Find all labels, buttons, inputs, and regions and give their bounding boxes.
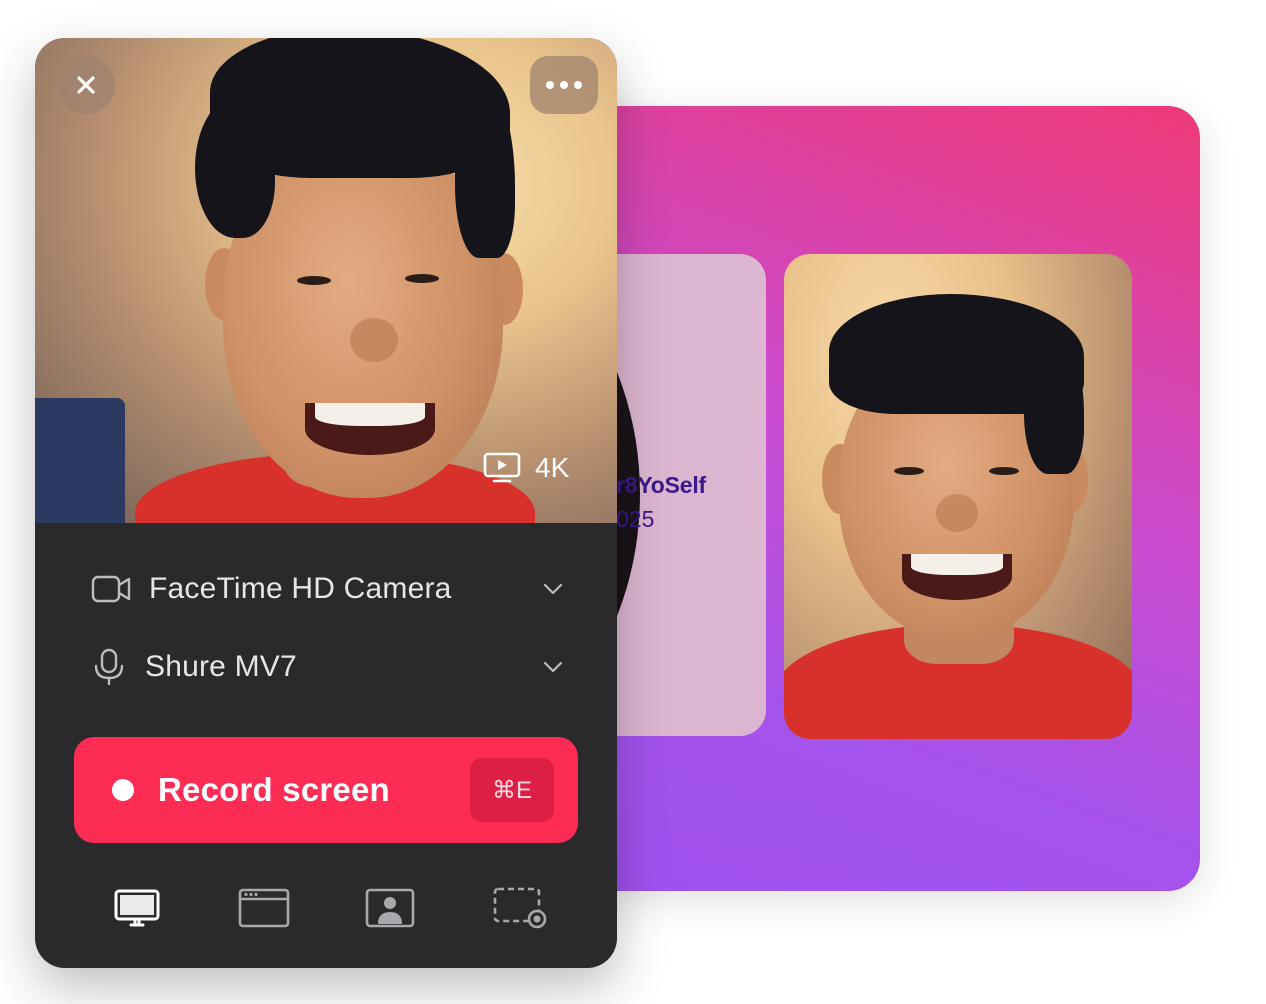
monitor-icon xyxy=(114,889,160,927)
more-options-button[interactable] xyxy=(530,56,598,114)
recording-canvas-preview: r8YoSelf 025 xyxy=(560,106,1200,891)
resolution-badge: 4K xyxy=(483,452,569,484)
record-screen-button[interactable]: Record screen ⌘E xyxy=(74,737,578,843)
close-button[interactable] xyxy=(57,56,115,114)
close-icon xyxy=(77,76,95,94)
mode-window[interactable] xyxy=(234,878,294,938)
microphone-label: Shure MV7 xyxy=(145,650,297,683)
camera-preview: 4K xyxy=(35,38,617,523)
slide-subtitle: 025 xyxy=(616,506,655,532)
chevron-down-icon xyxy=(543,661,563,673)
camera-bubble-preview xyxy=(784,254,1132,739)
video-quality-icon xyxy=(483,452,521,483)
mode-full-screen[interactable] xyxy=(107,878,167,938)
portrait-icon xyxy=(365,888,415,928)
record-dot-icon xyxy=(112,779,134,801)
more-icon xyxy=(546,81,582,89)
microphone-icon xyxy=(94,648,124,686)
presenter-video xyxy=(784,254,1132,739)
capture-mode-bar xyxy=(35,878,617,938)
mode-camera-only[interactable] xyxy=(360,878,420,938)
resolution-label: 4K xyxy=(535,452,570,483)
chevron-down-icon xyxy=(543,583,563,595)
slide-title: r8YoSelf xyxy=(616,472,707,498)
region-icon xyxy=(493,887,547,929)
camera-selector[interactable]: FaceTime HD Camera xyxy=(91,572,565,606)
microphone-selector[interactable]: Shure MV7 xyxy=(91,648,565,686)
recorder-panel: 4K FaceTime HD Camera Shure MV7 Record s… xyxy=(35,38,617,968)
camera-label: FaceTime HD Camera xyxy=(149,572,452,605)
mode-custom-area[interactable] xyxy=(490,878,550,938)
keyboard-shortcut-badge: ⌘E xyxy=(470,758,554,822)
window-icon xyxy=(238,888,290,928)
camera-icon xyxy=(91,575,131,603)
record-button-label: Record screen xyxy=(158,771,390,808)
camera-feed xyxy=(35,38,617,523)
